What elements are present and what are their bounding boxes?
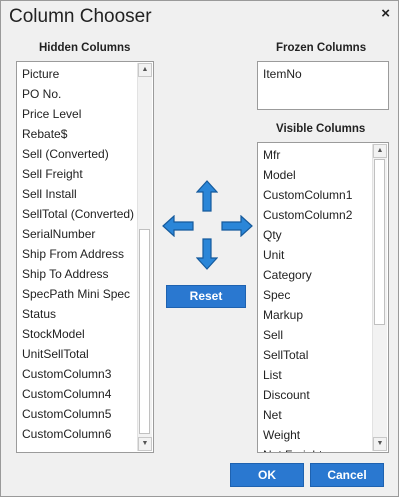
list-item[interactable]: Status [17, 305, 153, 325]
list-item[interactable]: Qty [258, 226, 388, 246]
list-item[interactable]: Markup [258, 306, 388, 326]
close-icon[interactable]: × [381, 5, 390, 22]
list-item[interactable]: Model [258, 166, 388, 186]
list-item[interactable]: CustomColumn4 [17, 385, 153, 405]
list-item[interactable]: Picture [17, 65, 153, 85]
visible-columns-list[interactable]: Mfr Model CustomColumn1 CustomColumn2 Qty Uni… [257, 142, 389, 453]
list-item[interactable]: Sell Install [17, 185, 153, 205]
list-item[interactable]: Price Level [17, 105, 153, 125]
list-item[interactable]: CustomColumn1 [258, 186, 388, 206]
arrow-left-icon[interactable] [162, 215, 194, 237]
column-chooser-dialog: Column Chooser × Hidden Columns Picture P… [0, 0, 399, 497]
list-item[interactable]: PO No. [17, 85, 153, 105]
visible-columns-label: Visible Columns [276, 123, 366, 135]
list-item[interactable]: Ship From Address [17, 245, 153, 265]
hidden-columns-scrollbar[interactable]: ▲ ▼ [137, 63, 152, 451]
list-item[interactable]: Sell Freight [17, 165, 153, 185]
frozen-columns-label: Frozen Columns [276, 42, 367, 54]
arrow-down-icon[interactable] [196, 238, 218, 270]
list-item[interactable]: Mfr [258, 146, 388, 166]
list-item[interactable]: List [258, 366, 388, 386]
list-item[interactable]: SellTotal [258, 346, 388, 366]
list-item[interactable]: CustomColumn6 [17, 425, 153, 445]
scroll-thumb[interactable] [374, 159, 385, 325]
list-item[interactable]: Weight [258, 426, 388, 446]
scroll-down-icon[interactable]: ▼ [138, 437, 152, 451]
list-item[interactable]: Net Freight [258, 446, 388, 452]
scroll-thumb[interactable] [139, 229, 150, 434]
hidden-columns-list[interactable]: Picture PO No. Price Level Rebate$ Sell (Con… [16, 61, 154, 453]
list-item[interactable]: StockModel [17, 325, 153, 345]
frozen-columns-list[interactable]: ItemNo [257, 61, 389, 110]
list-item[interactable]: Rebate$ [17, 125, 153, 145]
list-item[interactable]: Discount [258, 386, 388, 406]
list-item[interactable]: SellTotal (Converted) [17, 205, 153, 225]
dialog-title: Column Chooser [9, 6, 152, 27]
list-item[interactable]: Ship To Address [17, 265, 153, 285]
list-item[interactable]: CustomColumn3 [17, 365, 153, 385]
list-item[interactable]: Sell [258, 326, 388, 346]
reset-button[interactable]: Reset [166, 285, 246, 308]
list-item[interactable]: ItemNo [258, 65, 388, 85]
list-item[interactable]: Spec [258, 286, 388, 306]
arrow-right-icon[interactable] [221, 215, 253, 237]
list-item[interactable]: CustomColumn5 [17, 405, 153, 425]
hidden-columns-label: Hidden Columns [39, 42, 131, 54]
scroll-up-icon[interactable]: ▲ [373, 144, 387, 158]
scroll-down-icon[interactable]: ▼ [373, 437, 387, 451]
list-item[interactable]: Sell (Converted) [17, 145, 153, 165]
scroll-up-icon[interactable]: ▲ [138, 63, 152, 77]
list-item[interactable]: Unit [258, 246, 388, 266]
list-item[interactable]: SerialNumber [17, 225, 153, 245]
list-item[interactable]: Category [258, 266, 388, 286]
list-item[interactable]: Net [258, 406, 388, 426]
ok-button[interactable]: OK [230, 463, 304, 487]
list-item[interactable]: CustomColumn2 [258, 206, 388, 226]
cancel-button[interactable]: Cancel [310, 463, 384, 487]
list-item[interactable]: SpecPath Mini Spec [17, 285, 153, 305]
visible-columns-scrollbar[interactable]: ▲ ▼ [372, 144, 387, 451]
arrow-up-icon[interactable] [196, 180, 218, 212]
list-item[interactable]: UnitSellTotal [17, 345, 153, 365]
